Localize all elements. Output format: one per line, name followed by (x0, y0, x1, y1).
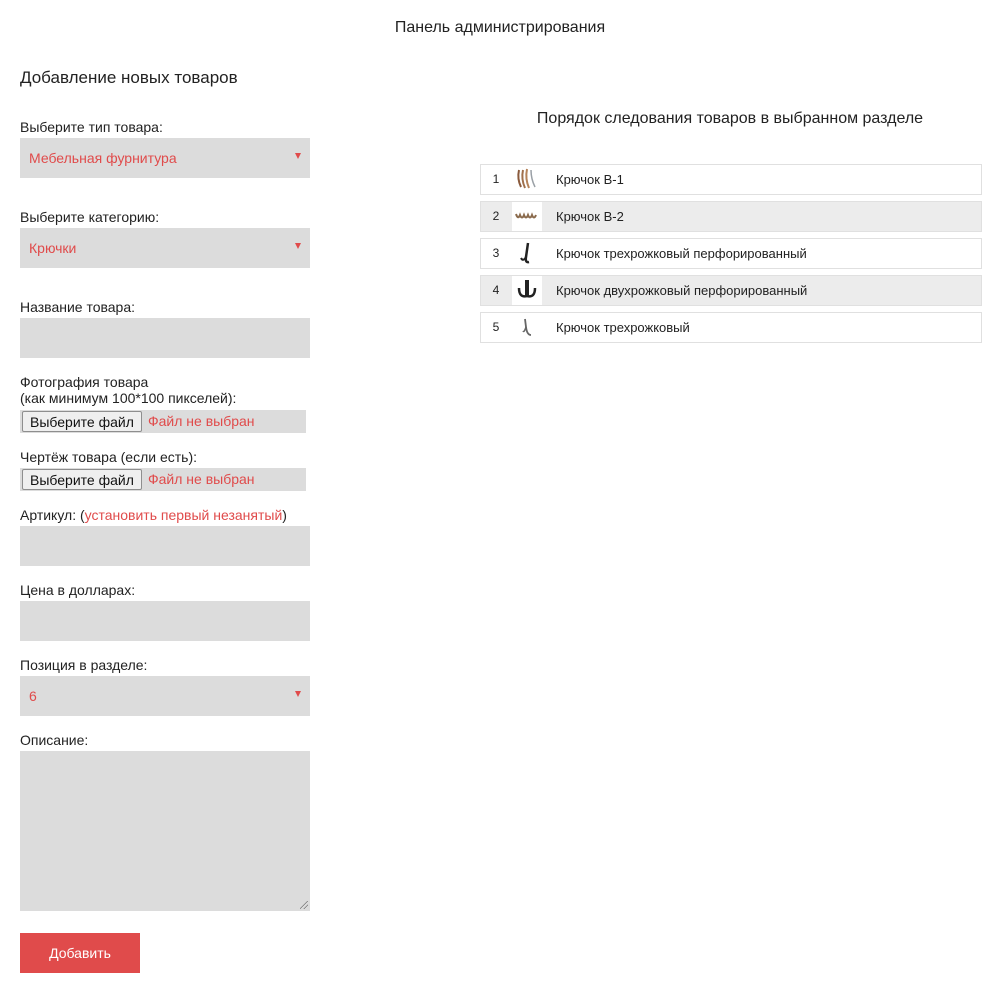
position-label: Позиция в разделе: (20, 657, 148, 673)
section-title: Добавление новых товаров (20, 68, 238, 87)
add-button[interactable]: Добавить (20, 933, 140, 973)
set-first-free-article-link[interactable]: установить первый незанятый (85, 507, 283, 523)
position-select-value: 6 (29, 688, 37, 704)
category-select-value: Крючки (29, 240, 77, 256)
photo-label-line2: (как минимум 100*100 пикселей): (20, 390, 237, 406)
price-label: Цена в долларах: (20, 582, 136, 598)
type-label: Выберите тип товара: (20, 119, 163, 135)
article-label: Артикул: (установить первый незанятый) (20, 507, 287, 523)
triple-hook-icon (512, 313, 542, 342)
category-label: Выберите категорию: (20, 209, 160, 225)
article-label-text: Артикул: ( (20, 507, 85, 523)
drawing-choose-file-button[interactable]: Выберите файл (22, 469, 142, 490)
price-input[interactable] (20, 601, 310, 641)
order-item-number: 2 (492, 209, 500, 223)
description-textarea[interactable] (20, 751, 310, 911)
dropdown-caret-icon (295, 153, 301, 159)
name-label: Название товара: (20, 299, 136, 315)
photo-choose-file-button[interactable]: Выберите файл (22, 411, 142, 432)
photo-label: Фотография товара (как минимум 100*100 п… (20, 374, 236, 406)
order-item[interactable]: 4 Крючок двухрожковый перфорированный (480, 275, 982, 306)
resize-grip-icon[interactable] (300, 901, 308, 909)
order-item[interactable]: 1 Крючок В-1 (480, 164, 982, 195)
article-label-end: ) (282, 507, 287, 523)
drawing-label: Чертёж товара (если есть): (20, 449, 197, 465)
photo-file-input[interactable]: Выберите файл Файл не выбран (20, 410, 306, 433)
page-title: Панель администрирования (394, 19, 606, 36)
order-item-number: 3 (492, 246, 500, 260)
order-item-name: Крючок трехрожковый (556, 320, 690, 335)
type-select[interactable]: Мебельная фурнитура (20, 138, 310, 178)
order-item[interactable]: 5 Крючок трехрожковый (480, 312, 982, 343)
article-input[interactable] (20, 526, 310, 566)
drawing-file-input[interactable]: Выберите файл Файл не выбран (20, 468, 306, 491)
order-item-number: 5 (492, 320, 500, 334)
name-input[interactable] (20, 318, 310, 358)
order-title: Порядок следования товаров в выбранном р… (536, 110, 924, 127)
order-item-name: Крючок трехрожковый перфорированный (556, 246, 807, 261)
order-item[interactable]: 2 Крючок В-2 (480, 201, 982, 232)
type-select-value: Мебельная фурнитура (29, 150, 177, 166)
photo-label-line1: Фотография товара (20, 374, 149, 390)
order-item-number: 4 (492, 283, 500, 297)
drawing-file-status: Файл не выбран (148, 471, 255, 487)
hook-v2-icon (512, 202, 542, 231)
category-select[interactable]: Крючки (20, 228, 310, 268)
description-label: Описание: (20, 732, 89, 748)
order-item[interactable]: 3 Крючок трехрожковый перфорированный (480, 238, 982, 269)
dropdown-caret-icon (295, 243, 301, 249)
triple-hook-perforated-icon (512, 239, 542, 268)
order-item-number: 1 (492, 172, 500, 186)
order-item-name: Крючок двухрожковый перфорированный (556, 283, 808, 298)
order-item-name: Крючок В-1 (556, 172, 624, 187)
dropdown-caret-icon (295, 691, 301, 697)
double-hook-perforated-icon (512, 276, 542, 305)
position-select[interactable]: 6 (20, 676, 310, 716)
order-list: 1 Крючок В-1 2 Крючок В-2 3 Крючок трехр… (480, 164, 982, 349)
photo-file-status: Файл не выбран (148, 413, 255, 429)
order-item-name: Крючок В-2 (556, 209, 624, 224)
hook-v1-icon (512, 165, 542, 194)
